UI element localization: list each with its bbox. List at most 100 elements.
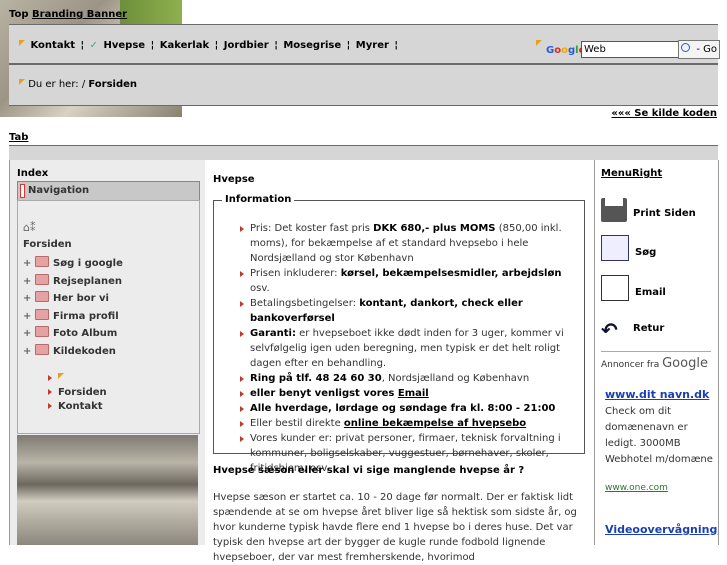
info-item: Ring på tlf. 48 24 60 30, Nordsjælland o… (240, 371, 576, 386)
info-item: Prisen inkluderer: kørsel, bekæmpelsesmi… (240, 266, 576, 296)
search-go-button[interactable]: - Go (678, 40, 720, 59)
tree-item-rejseplanen[interactable]: + Rejseplanen (23, 273, 123, 292)
expand-icon[interactable]: + (23, 276, 32, 287)
sidebar-photo (17, 435, 198, 545)
info-item: Garanti: er hvepseboet ikke dødt inden f… (240, 326, 576, 371)
menu-separator: ¦ (394, 40, 399, 51)
tree-items: + Søg i google + Rejseplanen + Her bor vi +… (23, 256, 123, 361)
corner-icon (58, 373, 64, 379)
tab-label[interactable]: Tab (9, 132, 28, 143)
navigation-tree: ⌂⁑ Forsiden + Søg i google + Rejseplanen +… (17, 200, 200, 434)
branding-banner-link[interactable]: Branding Banner (32, 9, 127, 20)
search-input[interactable] (581, 41, 679, 58)
search-button[interactable]: Søg (601, 235, 656, 261)
top-title-prefix: Top (9, 9, 33, 20)
tab-bar (9, 145, 718, 161)
print-page-button[interactable]: Print Siden (601, 198, 696, 222)
tree-item-label: Firma profil (53, 310, 119, 322)
information-box: Information Pris: Det koster fast pris D… (213, 194, 585, 474)
navigation-header[interactable]: Navigation (17, 181, 200, 201)
sub-item-label: Kontakt (58, 401, 103, 412)
leaf-icon: ✓ (89, 40, 99, 51)
tree-item-foto-album[interactable]: + Foto Album (23, 326, 123, 344)
tree-root-forsiden[interactable]: Forsiden (23, 239, 72, 250)
breadcrumb-current[interactable]: Forsiden (88, 79, 137, 90)
menu-separator: ¦ (346, 40, 351, 51)
season-heading: Hvepse sæson eller skal vi sige manglend… (213, 465, 525, 476)
menu-separator: ¦ (80, 40, 85, 51)
menu-right-title: MenuRight (601, 168, 663, 179)
expand-icon[interactable]: + (23, 328, 32, 339)
magnifier-icon (681, 43, 690, 52)
back-label: Retur (633, 323, 665, 334)
tree-item-soeg-i-google[interactable]: + Søg i google (23, 256, 123, 274)
ad-url-link[interactable]: www.one.com (605, 483, 668, 493)
ads-by-google[interactable]: Annoncer fra Google (601, 356, 708, 371)
printer-icon (601, 198, 627, 222)
folder-icon (35, 291, 49, 302)
home-tree-icon: ⌂⁑ (23, 221, 36, 234)
menu-item-kontakt[interactable]: Kontakt (30, 40, 75, 51)
back-arrow-icon: ↶ (601, 318, 618, 342)
corner-icon (19, 40, 25, 46)
main-menu-bar: Kontakt ¦ ✓ Hvepse ¦ Kakerlak ¦ Jordbier… (9, 24, 720, 64)
ad-text: Check om dit domænenavn er ledigt. 3000M… (605, 406, 713, 465)
menu-separator: ¦ (214, 40, 219, 51)
info-item: Betalingsbetingelser: kontant, dankort, … (240, 296, 576, 326)
arrow-icon (48, 375, 52, 381)
folder-icon (35, 326, 49, 337)
online-order-link[interactable]: online bekæmpelse af hvepsebo (344, 418, 526, 429)
tree-item-firma-profil[interactable]: + Firma profil (23, 308, 123, 327)
arrow-icon (48, 403, 52, 409)
information-legend: Information (222, 194, 295, 205)
sub-item-forsiden[interactable]: Forsiden (48, 387, 107, 401)
print-label: Print Siden (633, 208, 696, 219)
season-paragraph: Hvepse sæson er startet ca. 10 - 20 dage… (213, 492, 577, 563)
sub-item-kontakt[interactable]: Kontakt (48, 401, 107, 415)
main-content: Hvepse Information Pris: Det koster fast… (205, 160, 595, 563)
menu-item-mosegrise[interactable]: Mosegrise (283, 40, 341, 51)
ad-title-link[interactable]: www.dit navn.dk (605, 388, 709, 401)
go-label: - Go (696, 44, 717, 55)
sub-item-label: Forsiden (58, 387, 107, 398)
expand-icon[interactable]: + (23, 311, 32, 322)
email-button[interactable]: Email (601, 275, 666, 301)
main-menu: Kontakt ¦ ✓ Hvepse ¦ Kakerlak ¦ Jordbier… (19, 40, 400, 51)
tree-item-kildekoden[interactable]: + Kildekoden (23, 343, 123, 362)
email-link[interactable]: Email (398, 388, 429, 399)
index-label: Index (17, 168, 49, 179)
info-item: Alle hverdage, lørdage og søndage fra kl… (240, 401, 576, 416)
expand-icon[interactable]: + (23, 258, 32, 269)
tree-item-label: Foto Album (53, 328, 118, 339)
sub-marker (48, 373, 107, 387)
breadcrumb-bar: Du er her: / Forsiden (9, 64, 718, 106)
sub-navigation: Forsiden Kontakt (48, 373, 107, 415)
back-button[interactable]: ↶ Retur (601, 318, 664, 342)
ad2-title-link[interactable]: Videoovervågning (605, 523, 717, 536)
menu-item-kakerlak[interactable]: Kakerlak (160, 40, 209, 51)
menu-separator: ¦ (150, 40, 155, 51)
tree-item-label: Kildekoden (53, 345, 116, 357)
folder-icon (35, 256, 49, 267)
divider (601, 351, 711, 352)
navigation-label: Navigation (28, 185, 90, 196)
view-source-link[interactable]: ««« Se kilde koden (611, 108, 717, 119)
search-icon (601, 235, 629, 261)
tree-item-her-bor-vi[interactable]: + Her bor vi (23, 291, 123, 309)
folder-icon (35, 343, 49, 355)
menu-item-jordbier[interactable]: Jordbier (224, 40, 269, 51)
expand-icon[interactable]: + (23, 293, 32, 304)
top-banner-title: Top Branding Banner (9, 9, 127, 20)
information-list: Pris: Det koster fast pris DKK 680,- plu… (240, 221, 576, 476)
menu-item-myrer[interactable]: Myrer (356, 40, 389, 51)
right-sidebar: MenuRight Print Siden Søg Email ↶ Retur A… (595, 160, 719, 545)
menu-item-hvepse[interactable]: Hvepse (104, 40, 146, 51)
info-item: eller benyt venligst vores Email (240, 386, 576, 401)
mail-icon (601, 275, 629, 301)
tree-item-label: Søg i google (53, 258, 123, 269)
expand-icon[interactable]: + (23, 346, 32, 357)
banner-leaf-image (120, 0, 182, 24)
folder-icon (35, 273, 49, 285)
info-item: Pris: Det koster fast pris DKK 680,- plu… (240, 221, 576, 266)
menu-separator: ¦ (274, 40, 278, 51)
